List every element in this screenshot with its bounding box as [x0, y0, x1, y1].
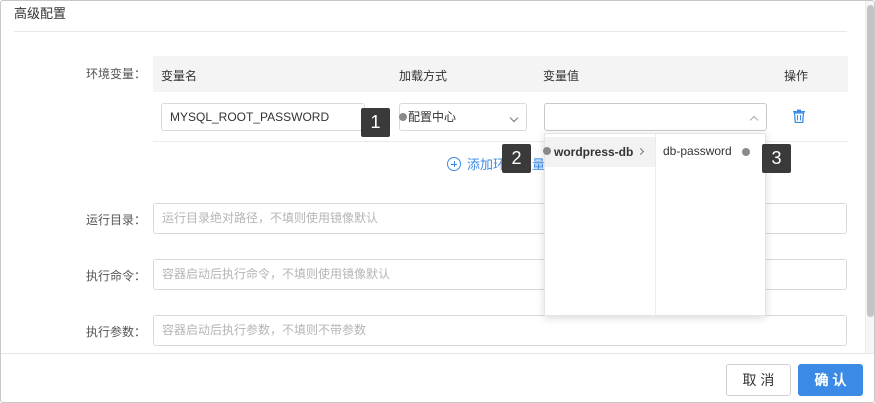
env-label: 环境变量： [85, 67, 146, 81]
env-table-header: 变量名 加载方式 变量值 操作 [153, 56, 848, 92]
chevron-up-icon [749, 115, 759, 125]
cancel-button[interactable]: 取 消 [726, 364, 791, 396]
command-label: 执行命令： [85, 269, 146, 283]
callout-dot-1 [399, 113, 407, 121]
workdir-label: 运行目录： [85, 213, 146, 227]
callout-badge-3: 3 [762, 144, 791, 173]
section-divider [14, 31, 847, 32]
callout-dot-2 [543, 147, 551, 155]
cascader-option-label: wordpress-db [554, 145, 634, 159]
env-value-cascader[interactable] [544, 103, 767, 131]
callout-badge-2: 2 [502, 144, 531, 173]
trash-icon[interactable] [792, 109, 806, 123]
cascader-option-db-password[interactable]: db-password [663, 144, 732, 158]
plus-circle-icon [447, 157, 461, 171]
args-input[interactable]: 容器启动后执行参数，不填则不带参数 [153, 315, 847, 346]
load-method-select[interactable]: 配置中心 [399, 103, 527, 131]
col-name-header: 变量名 [161, 69, 198, 83]
col-actions-header: 操作 [784, 69, 809, 83]
scrollbar-thumb[interactable] [867, 5, 874, 317]
confirm-button[interactable]: 确 认 [798, 364, 863, 396]
footer-divider [1, 353, 874, 354]
chevron-down-icon [509, 113, 519, 123]
col-load-method-header: 加载方式 [399, 69, 448, 83]
section-title: 高级配置 [14, 6, 67, 21]
cascader-option-wordpress-db[interactable]: wordpress-db [545, 137, 655, 167]
cascader-dropdown: wordpress-db db-password [544, 133, 766, 316]
advanced-config-panel: 高级配置 环境变量： 变量名 加载方式 变量值 操作 MYSQL_ROOT_PA… [0, 0, 875, 403]
callout-badge-1: 1 [361, 108, 390, 137]
load-method-value: 配置中心 [408, 110, 457, 124]
col-value-header: 变量值 [543, 69, 580, 83]
cascader-column-divider [655, 134, 656, 315]
args-label: 执行参数： [85, 325, 146, 339]
chevron-right-icon [636, 147, 645, 156]
callout-dot-3 [742, 148, 750, 156]
env-name-input[interactable]: MYSQL_ROOT_PASSWORD [161, 103, 365, 131]
